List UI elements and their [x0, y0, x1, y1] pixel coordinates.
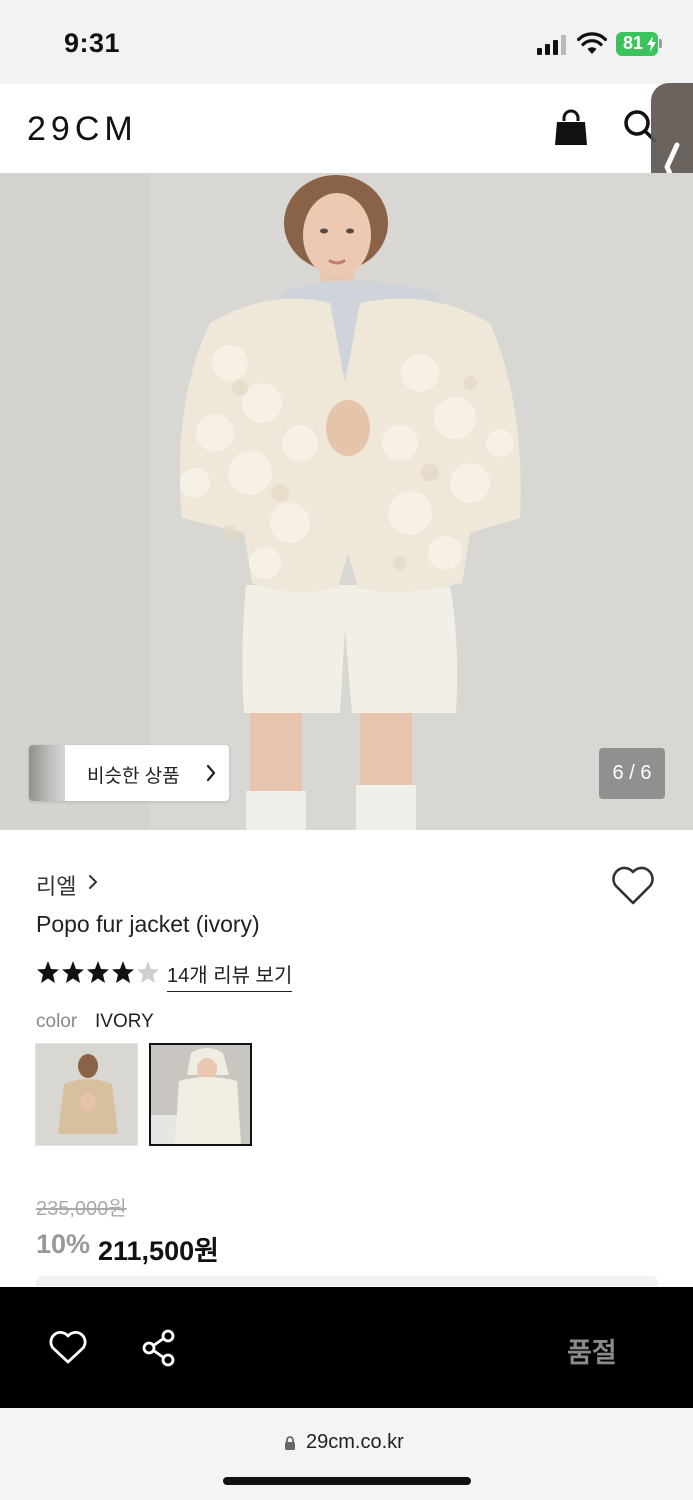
- reviews-link[interactable]: 14개 리뷰 보기: [167, 959, 293, 992]
- color-value: IVORY: [95, 1011, 154, 1032]
- status-bar: 9:31 81: [0, 0, 693, 84]
- rating-stars: [37, 961, 159, 983]
- battery-nub: [659, 39, 662, 48]
- star-icon: [62, 961, 84, 983]
- brand-link[interactable]: 리엘: [36, 869, 76, 901]
- soldout-button[interactable]: 품절: [567, 1331, 617, 1370]
- color-label: color: [36, 1011, 78, 1032]
- lock-icon: [285, 1436, 295, 1450]
- chevron-right-icon: [89, 875, 97, 889]
- product-image-gallery[interactable]: 비슷한 상품 6 / 6: [0, 173, 693, 830]
- product-title: Popo fur jacket (ivory): [36, 911, 260, 937]
- sale-price: 211,500원: [98, 1236, 219, 1266]
- original-price: 235,000원: [36, 1198, 127, 1220]
- wifi-icon: [577, 32, 607, 54]
- site-logo[interactable]: 29CM: [27, 110, 138, 149]
- heart-icon[interactable]: [49, 1331, 87, 1365]
- shopping-bag-icon[interactable]: [553, 109, 589, 147]
- star-icon: [137, 961, 159, 983]
- charging-bolt-icon: [647, 36, 656, 52]
- similar-product-thumbnail: [29, 745, 65, 801]
- heart-icon[interactable]: [611, 866, 655, 906]
- discount-rate: 10%: [36, 1229, 91, 1259]
- star-icon: [112, 961, 134, 983]
- status-time: 9:31: [64, 28, 121, 58]
- cellular-signal-icon: [537, 35, 567, 55]
- section-divider: [36, 1276, 658, 1286]
- bottom-action-bar: 품절: [0, 1287, 693, 1408]
- browser-url-bar[interactable]: 29cm.co.kr: [0, 1408, 693, 1500]
- similar-products-label: 비슷한 상품: [87, 766, 180, 787]
- similar-products-button[interactable]: 비슷한 상품: [29, 745, 229, 801]
- color-option-swatch-selected[interactable]: [149, 1043, 252, 1146]
- star-icon: [87, 961, 109, 983]
- home-indicator: [223, 1477, 471, 1485]
- chevron-right-icon: [206, 764, 216, 782]
- star-icon: [37, 961, 59, 983]
- product-photo: [0, 173, 693, 830]
- url-text: 29cm.co.kr: [306, 1431, 404, 1453]
- battery-level: 81: [622, 33, 644, 53]
- swatch-image: [36, 1044, 137, 1145]
- image-page-counter: 6 / 6: [599, 748, 665, 799]
- color-option-swatch[interactable]: [35, 1043, 138, 1146]
- site-header: 29CM: [0, 84, 693, 173]
- battery-indicator: 81: [616, 32, 658, 56]
- swatch-image: [151, 1045, 250, 1144]
- share-icon[interactable]: [141, 1329, 177, 1367]
